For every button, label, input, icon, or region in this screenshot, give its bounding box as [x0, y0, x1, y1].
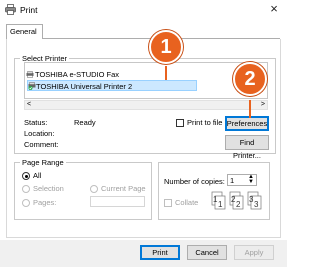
printer-item-universal[interactable]: TOSHIBA Universal Printer 2 [27, 80, 197, 91]
current-page-label[interactable]: Current Page [101, 184, 146, 193]
status-value: Ready [74, 118, 96, 127]
location-label: Location: [24, 129, 55, 138]
status-label: Status: [24, 118, 48, 127]
default-printer-icon [28, 82, 36, 90]
callout-two-pointer [249, 100, 251, 118]
printer-name: TOSHIBA e-STUDIO Fax [35, 70, 120, 79]
all-radio[interactable] [22, 172, 30, 180]
print-to-file-checkbox[interactable] [176, 119, 184, 127]
collate-label[interactable]: Collate [175, 198, 198, 207]
collate-pages-icon: 11 22 33 [211, 191, 262, 210]
printer-list-scrollbar[interactable]: < > [24, 100, 268, 110]
apply-button[interactable]: Apply [234, 245, 274, 260]
pages-radio[interactable] [22, 199, 30, 207]
callout-one-badge: 1 [149, 30, 183, 64]
svg-text:3: 3 [254, 200, 259, 209]
pages-input[interactable] [90, 196, 145, 207]
tab-general[interactable]: General [6, 24, 43, 39]
printer-icon [5, 4, 16, 15]
title-bar: Print × [0, 0, 287, 21]
fax-printer-icon [26, 71, 34, 78]
find-printer-button[interactable]: Find Printer... [225, 135, 269, 160]
collate-checkbox[interactable] [164, 199, 172, 207]
printer-item-fax[interactable]: TOSHIBA e-STUDIO Fax [25, 69, 267, 80]
print-button[interactable]: Print [140, 245, 180, 260]
all-label[interactable]: All [33, 171, 41, 180]
copies-spinner-icon[interactable]: ▲ ▼ [246, 174, 256, 185]
current-page-radio[interactable] [90, 185, 98, 193]
window-title: Print [20, 5, 38, 15]
callout-two-badge: 2 [233, 62, 267, 96]
copies-input[interactable]: 1 ▲ ▼ [227, 174, 257, 186]
printer-list[interactable]: TOSHIBA e-STUDIO Fax TOSHIBA Universal P… [24, 62, 268, 99]
cancel-button[interactable]: Cancel [187, 245, 227, 260]
print-to-file-label[interactable]: Print to file [187, 118, 222, 127]
callout-one-pointer [165, 66, 167, 80]
printer-name: TOSHIBA Universal Printer 2 [36, 82, 133, 91]
preferences-button[interactable]: Preferences [225, 116, 269, 131]
scroll-left-icon[interactable]: < [27, 101, 31, 109]
comment-label: Comment: [24, 140, 59, 149]
pages-label[interactable]: Pages: [33, 198, 56, 207]
svg-text:2: 2 [236, 200, 241, 209]
close-icon[interactable]: × [267, 1, 281, 16]
svg-text:1: 1 [218, 200, 223, 209]
scroll-right-icon[interactable]: > [261, 101, 265, 109]
selection-radio[interactable] [22, 185, 30, 193]
copies-value: 1 [230, 176, 235, 185]
page-range-label: Page Range [20, 158, 66, 167]
copies-label: Number of copies: [164, 177, 225, 186]
selection-label[interactable]: Selection [33, 184, 64, 193]
